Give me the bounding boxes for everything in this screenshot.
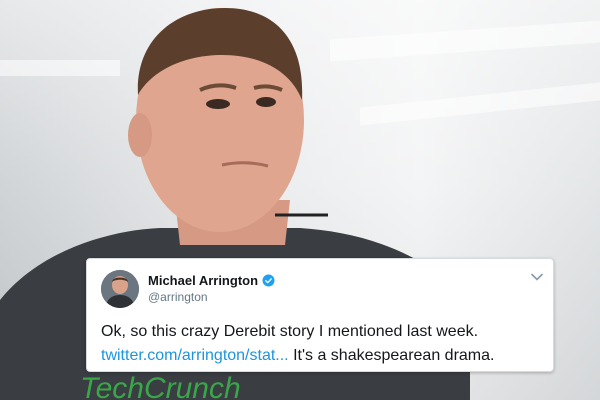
shirt-logo: TechCrunch — [80, 372, 241, 400]
avatar[interactable] — [101, 270, 139, 308]
tweet-card[interactable]: Michael Arrington @arrington Ok, so this… — [86, 258, 554, 372]
chevron-down-icon[interactable] — [531, 273, 543, 281]
tweet-link[interactable]: twitter.com/arrington/stat... — [101, 347, 289, 364]
tweet-body: Ok, so this crazy Derebit story I mentio… — [101, 320, 547, 368]
avatar-photo — [101, 270, 139, 308]
author-name[interactable]: Michael Arrington — [148, 273, 258, 288]
tweet-text: Ok, so this crazy Derebit story I mentio… — [101, 323, 479, 340]
author-handle[interactable]: @arrington — [148, 290, 208, 304]
author-row: Michael Arrington — [148, 273, 275, 288]
verified-badge-icon — [262, 274, 275, 287]
tweet-text-continued: It's a shakespearean drama. — [288, 347, 495, 364]
